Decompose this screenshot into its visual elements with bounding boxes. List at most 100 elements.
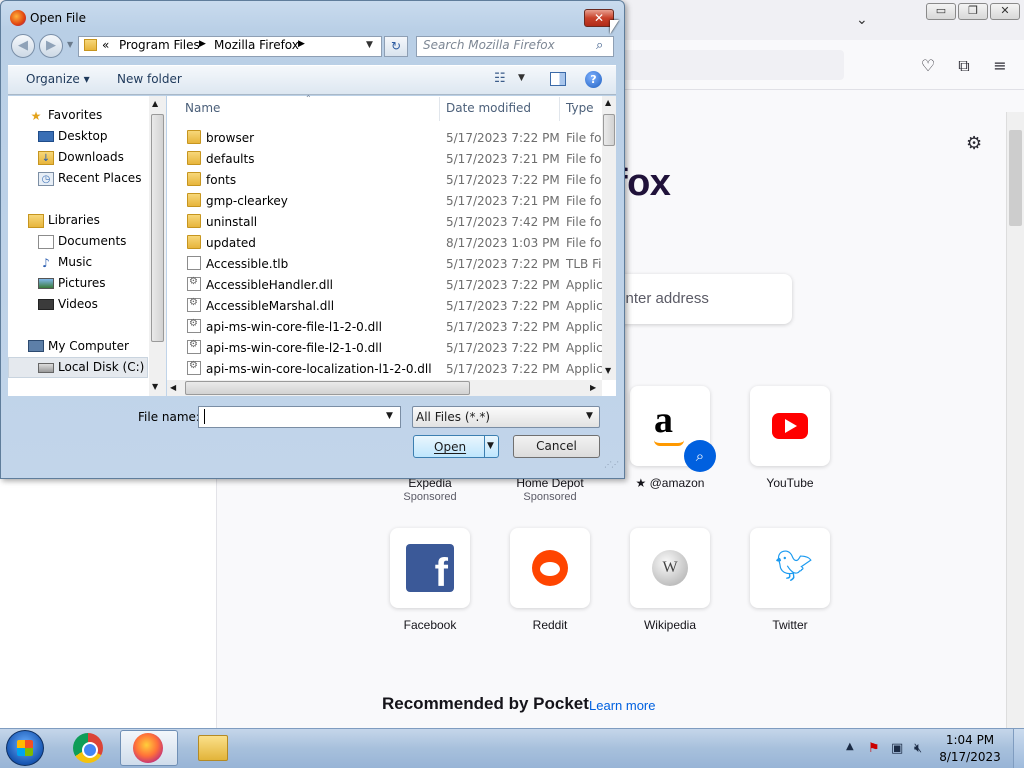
scroll-left-icon[interactable]: ◀ (170, 383, 176, 392)
shortcut-tile-amazon[interactable]: a ⌕ (630, 386, 716, 472)
shortcut-tile-wikipedia[interactable]: W (630, 528, 710, 608)
search-placeholder: Search Mozilla Firefox (423, 38, 555, 52)
scroll-down-icon[interactable]: ▼ (605, 366, 611, 375)
page-scrollbar[interactable] (1006, 112, 1024, 728)
breadcrumb-program-files[interactable]: Program Files (119, 38, 200, 52)
views-dropdown-icon[interactable]: ▼ (518, 73, 525, 83)
nav-label: Local Disk (C:) (58, 360, 145, 374)
scroll-up-icon[interactable]: ▲ (605, 98, 611, 107)
back-button[interactable]: ◀ (11, 34, 35, 58)
file-row[interactable]: defaults 5/17/2023 7:21 PM File fol (167, 148, 602, 169)
file-list-scrollbar-thumb[interactable] (603, 114, 615, 146)
menu-icon[interactable]: ≡ (989, 55, 1011, 77)
column-header-type[interactable]: Type (566, 101, 594, 115)
breadcrumb-separator-icon[interactable]: ▶ (298, 39, 305, 49)
forward-button[interactable]: ▶ (39, 34, 63, 58)
file-row[interactable]: browser 5/17/2023 7:22 PM File fol (167, 127, 602, 148)
firefox-icon (133, 733, 163, 763)
chrome-icon (73, 733, 103, 763)
shortcut-tile-reddit[interactable] (510, 528, 590, 608)
clock-time[interactable]: 1:04 PM (930, 733, 1010, 747)
minimize-button[interactable]: ▭ (926, 3, 956, 20)
file-row[interactable]: uninstall 5/17/2023 7:42 PM File fol (167, 211, 602, 232)
show-desktop-button[interactable] (1013, 729, 1024, 768)
file-row[interactable]: updated 8/17/2023 1:03 PM File fol (167, 232, 602, 253)
restore-button[interactable]: ❐ (958, 3, 988, 20)
file-row[interactable]: api-ms-win-core-file-l1-2-0.dll 5/17/2023… (167, 316, 602, 337)
file-name: gmp-clearkey (206, 194, 288, 208)
file-name-input[interactable] (198, 406, 401, 428)
pocket-icon[interactable]: ♡ (917, 55, 939, 77)
wikipedia-logo-icon: W (652, 550, 688, 586)
show-hidden-icons-icon[interactable]: ▲ (846, 741, 854, 752)
file-row[interactable]: gmp-clearkey 5/17/2023 7:21 PM File fol (167, 190, 602, 211)
pocket-heading: Recommended by Pocket (382, 694, 589, 713)
file-row[interactable]: AccessibleHandler.dll 5/17/2023 7:22 PM Ap… (167, 274, 602, 295)
file-row[interactable]: api-ms-win-core-file-l2-1-0.dll 5/17/2023… (167, 337, 602, 358)
url-bar[interactable] (620, 50, 844, 80)
file-type-dropdown-icon[interactable]: ▼ (586, 411, 593, 421)
open-dropdown-icon[interactable]: ▼ (487, 441, 494, 451)
tab-list-chevron-icon[interactable]: ⌄ (856, 12, 868, 28)
file-type: File fol (566, 236, 602, 250)
breadcrumb-overflow[interactable]: « (102, 38, 109, 52)
music-icon: ♪ (42, 256, 50, 270)
file-name-dropdown-icon[interactable]: ▼ (386, 411, 393, 421)
breadcrumb-separator-icon[interactable]: ▶ (199, 39, 206, 49)
shortcut-label[interactable]: Reddit (490, 618, 610, 632)
file-row[interactable]: Accessible.tlb 5/17/2023 7:22 PM TLB Fil (167, 253, 602, 274)
desktop-icon (38, 131, 54, 142)
scroll-up-icon[interactable]: ▲ (152, 99, 158, 108)
shortcut-label[interactable]: Twitter (730, 618, 850, 632)
column-divider[interactable] (559, 97, 560, 121)
refresh-button[interactable]: ↻ (384, 36, 408, 57)
shortcut-label[interactable]: Wikipedia (610, 618, 730, 632)
file-type: File fol (566, 131, 602, 145)
file-row[interactable]: fonts 5/17/2023 7:22 PM File fol (167, 169, 602, 190)
file-list-hscrollbar-thumb[interactable] (185, 381, 470, 395)
nav-label: Music (58, 255, 93, 269)
shortcut-tile-twitter[interactable]: 🐦︎ (750, 528, 830, 608)
resize-grip-icon[interactable]: ⋰⋰ (604, 460, 619, 469)
file-row[interactable]: api-ms-win-core-localization-l1-2-0.dll 5… (167, 358, 602, 379)
action-center-icon[interactable]: ⚑ (868, 741, 880, 756)
shortcut-label[interactable]: ★ @amazon (610, 476, 730, 490)
column-divider[interactable] (439, 97, 440, 121)
sort-ascending-icon: ⌃ (305, 94, 312, 103)
new-folder-button[interactable]: New folder (117, 72, 182, 86)
help-icon[interactable]: ? (585, 71, 602, 88)
window-close-button[interactable]: ✕ (990, 3, 1020, 20)
column-header-name[interactable]: Name (185, 101, 220, 115)
column-header-date[interactable]: Date modified (446, 101, 531, 115)
volume-muted-icon[interactable]: 🔇︎ (914, 741, 922, 756)
extensions-icon[interactable]: ⧉ (953, 55, 975, 77)
shortcut-label[interactable]: YouTube (730, 476, 850, 490)
views-icon[interactable]: ☷ (494, 71, 506, 86)
clock-date[interactable]: 8/17/2023 (930, 750, 1010, 764)
cancel-button[interactable]: Cancel (513, 435, 600, 458)
recent-locations-dropdown[interactable]: ▼ (67, 40, 73, 49)
page-scrollbar-thumb[interactable] (1009, 130, 1022, 226)
network-icon[interactable]: ▣ (891, 741, 903, 756)
gear-icon[interactable]: ⚙ (966, 133, 982, 154)
breadcrumb-mozilla-firefox[interactable]: Mozilla Firefox (214, 38, 299, 52)
shortcut-tile-youtube[interactable] (750, 386, 830, 466)
shortcut-label[interactable]: Facebook (370, 618, 490, 632)
open-button-label[interactable]: Open (434, 440, 466, 454)
nav-label: Videos (58, 297, 98, 311)
search-icon[interactable]: ⌕ (596, 38, 603, 53)
pocket-learn-more-link[interactable]: Learn more (589, 698, 655, 713)
file-name: fonts (206, 173, 237, 187)
scroll-right-icon[interactable]: ▶ (590, 383, 596, 392)
preview-pane-icon[interactable] (550, 72, 566, 86)
shortcut-tile-facebook[interactable]: f (390, 528, 470, 608)
shortcut-sponsored: Sponsored (523, 491, 577, 503)
organize-button[interactable]: Organize ▾ (26, 72, 90, 86)
amazon-smile-icon (654, 440, 684, 446)
file-row[interactable]: AccessibleMarshal.dll 5/17/2023 7:22 PM Ap… (167, 295, 602, 316)
file-type: Applic (566, 320, 602, 334)
nav-scrollbar-thumb[interactable] (151, 114, 164, 342)
file-date: 5/17/2023 7:22 PM (446, 131, 560, 145)
scroll-down-icon[interactable]: ▼ (152, 382, 158, 391)
address-dropdown-icon[interactable]: ▼ (366, 40, 373, 50)
